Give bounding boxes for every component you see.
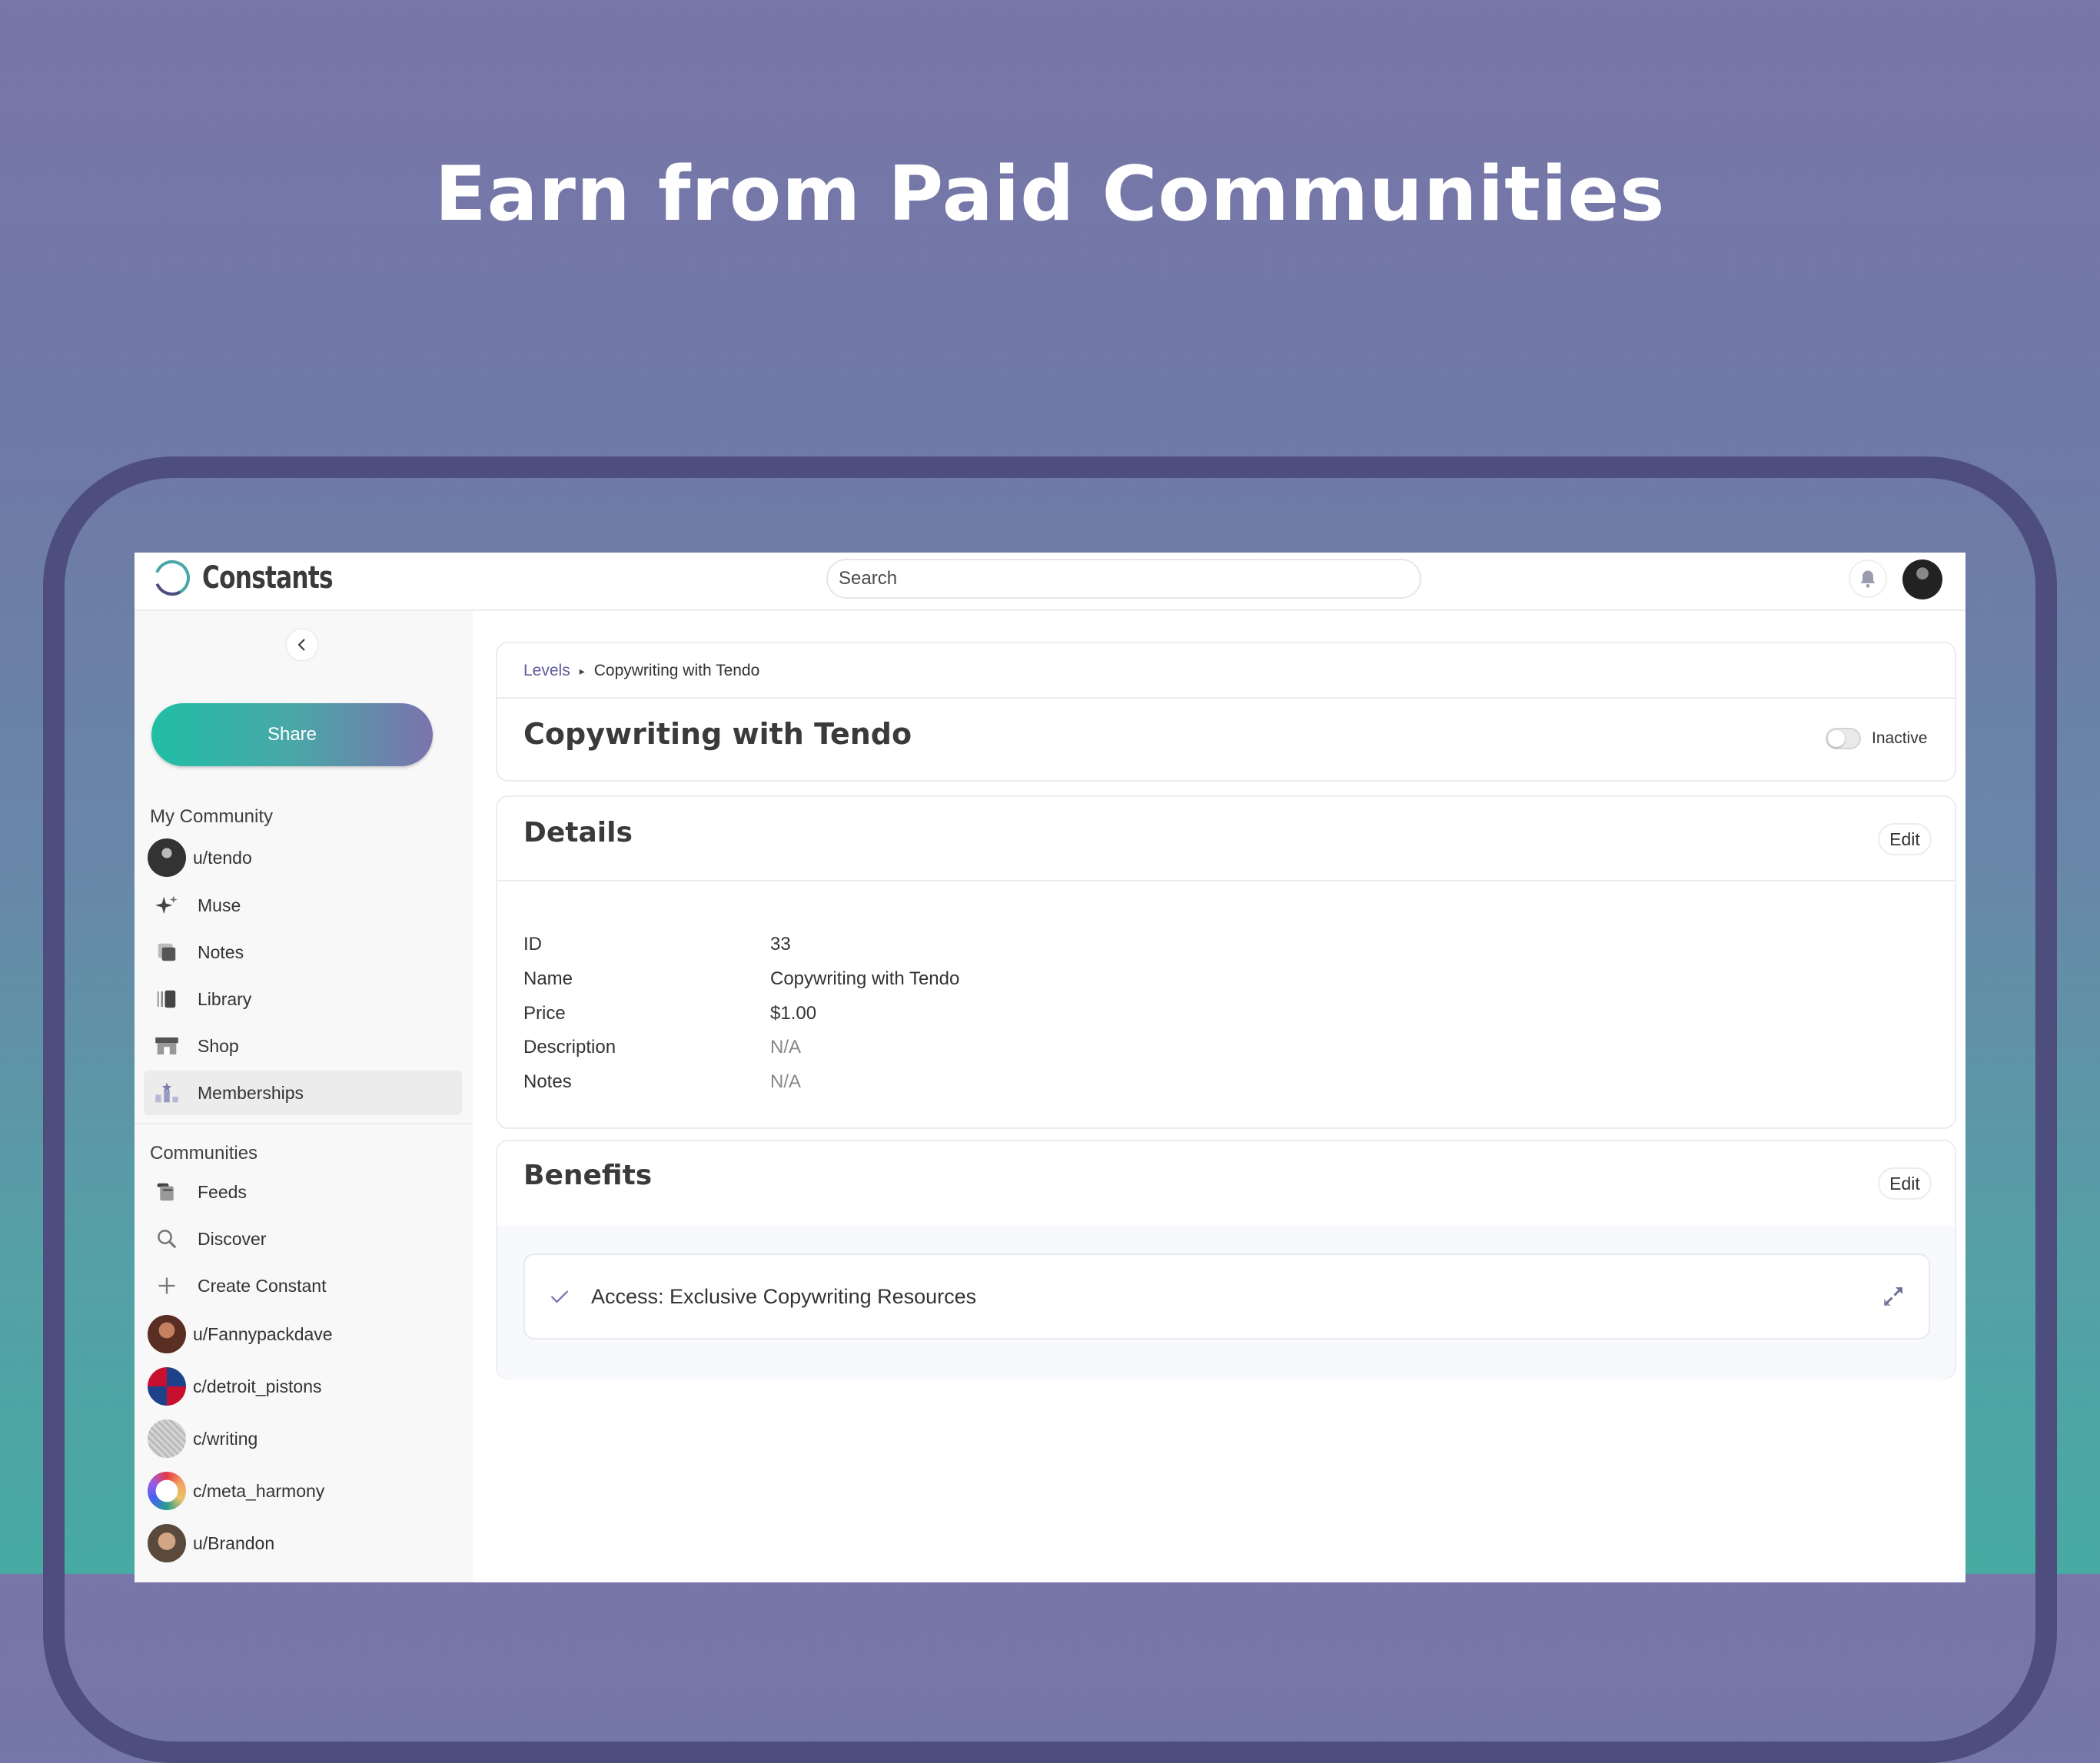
card-divider bbox=[497, 697, 1955, 699]
search-icon bbox=[158, 1230, 177, 1249]
detail-key: Price bbox=[523, 1003, 566, 1024]
page-title: Copywriting with Tendo bbox=[523, 717, 912, 751]
expand-icon[interactable] bbox=[1879, 1283, 1907, 1310]
breadcrumb: Levels ▸ Copywriting with Tendo bbox=[523, 662, 759, 680]
sidebar-item-label: Notes bbox=[198, 941, 244, 962]
status-label: Inactive bbox=[1872, 729, 1928, 747]
sidebar-item-u-tendo[interactable]: u/tendo bbox=[144, 835, 462, 880]
notifications-button[interactable] bbox=[1849, 559, 1887, 598]
toggle-knob bbox=[1828, 730, 1845, 747]
benefits-title: Benefits bbox=[523, 1160, 653, 1191]
benefit-item[interactable]: Access: Exclusive Copywriting Resources bbox=[523, 1253, 1930, 1340]
sidebar-item-label: c/writing bbox=[193, 1428, 258, 1449]
detail-key: Description bbox=[523, 1037, 616, 1057]
sidebar-item-label: u/tendo bbox=[193, 847, 252, 868]
card-divider bbox=[497, 880, 1955, 882]
detail-value: 33 bbox=[770, 934, 791, 955]
sidebar-item-notes[interactable]: Notes bbox=[144, 930, 462, 974]
memberships-icon bbox=[155, 1082, 178, 1103]
sidebar-item-c-meta-harmony[interactable]: c/meta_harmony bbox=[144, 1469, 462, 1513]
shop-icon bbox=[155, 1037, 178, 1055]
sidebar-item-u-fannypackdave[interactable]: u/Fannypackdave bbox=[144, 1312, 462, 1356]
sidebar-item-library[interactable]: Library bbox=[144, 977, 462, 1021]
sidebar-item-label: Muse bbox=[198, 895, 241, 915]
avatar bbox=[148, 1524, 186, 1562]
check-icon bbox=[550, 1290, 569, 1303]
active-toggle[interactable] bbox=[1826, 728, 1861, 749]
sidebar-item-label: Feeds bbox=[198, 1181, 247, 1202]
logo-ring-icon bbox=[155, 560, 190, 596]
main-content: Levels ▸ Copywriting with Tendo Copywrit… bbox=[474, 611, 1965, 1582]
sidebar-item-create-constant[interactable]: Create Constant bbox=[144, 1263, 462, 1308]
sidebar-item-label: c/detroit_pistons bbox=[193, 1376, 322, 1396]
detail-key: ID bbox=[523, 934, 542, 955]
details-edit-button[interactable]: Edit bbox=[1878, 823, 1932, 855]
detail-value: N/A bbox=[770, 1071, 802, 1092]
level-header-card: Levels ▸ Copywriting with Tendo Copywrit… bbox=[496, 642, 1956, 782]
benefit-label: Access: Exclusive Copywriting Resources bbox=[591, 1284, 977, 1308]
app-screen: Constants Share My Community u/tendo Mus… bbox=[135, 553, 1965, 1582]
detail-value: Copywriting with Tendo bbox=[770, 968, 960, 989]
details-card: Details Edit ID 33 Name Copywriting with… bbox=[496, 795, 1956, 1129]
sidebar-item-label: Shop bbox=[198, 1035, 239, 1056]
sidebar-item-label: Discover bbox=[198, 1228, 267, 1249]
my-community-label: My Community bbox=[150, 806, 274, 827]
sidebar-item-label: Memberships bbox=[198, 1082, 304, 1103]
user-avatar[interactable] bbox=[1902, 559, 1942, 599]
notes-icon bbox=[158, 943, 176, 961]
sidebar-item-label: Library bbox=[198, 988, 252, 1009]
avatar bbox=[148, 1367, 186, 1406]
sidebar-item-label: u/Fannypackdave bbox=[193, 1323, 333, 1344]
avatar bbox=[148, 1419, 186, 1458]
sidebar: Share My Community u/tendo Muse Notes Li… bbox=[135, 611, 473, 1582]
collapse-sidebar-button[interactable] bbox=[285, 628, 319, 662]
sidebar-item-label: Create Constant bbox=[198, 1275, 327, 1296]
sidebar-item-discover[interactable]: Discover bbox=[144, 1217, 462, 1261]
library-icon bbox=[157, 990, 176, 1008]
plus-icon bbox=[158, 1277, 175, 1294]
benefits-list: Access: Exclusive Copywriting Resources bbox=[497, 1226, 1955, 1380]
app-name: Constants bbox=[202, 560, 334, 596]
sidebar-divider bbox=[135, 1123, 473, 1124]
sidebar-item-c-writing[interactable]: c/writing bbox=[144, 1416, 462, 1461]
detail-key: Name bbox=[523, 968, 573, 989]
sidebar-item-shop[interactable]: Shop bbox=[144, 1024, 462, 1068]
detail-value: N/A bbox=[770, 1037, 802, 1057]
sidebar-item-feeds[interactable]: Feeds bbox=[144, 1170, 462, 1214]
details-title: Details bbox=[523, 817, 633, 848]
avatar bbox=[148, 838, 186, 877]
breadcrumb-current: Copywriting with Tendo bbox=[593, 662, 760, 679]
sidebar-item-c-detroit-pistons[interactable]: c/detroit_pistons bbox=[144, 1364, 462, 1409]
search-input[interactable] bbox=[826, 559, 1421, 599]
top-bar: Constants bbox=[135, 553, 1965, 611]
headline: Earn from Paid Communities bbox=[434, 151, 1666, 238]
share-button[interactable]: Share bbox=[151, 703, 433, 766]
sidebar-item-memberships[interactable]: Memberships bbox=[144, 1071, 462, 1115]
breadcrumb-levels-link[interactable]: Levels bbox=[523, 662, 570, 680]
detail-key: Notes bbox=[523, 1071, 572, 1092]
chevron-left-icon bbox=[297, 639, 305, 651]
avatar bbox=[148, 1472, 186, 1510]
detail-value: $1.00 bbox=[770, 1003, 817, 1024]
avatar bbox=[148, 1315, 186, 1353]
benefits-edit-button[interactable]: Edit bbox=[1878, 1167, 1932, 1200]
sidebar-item-label: u/Brandon bbox=[193, 1532, 275, 1553]
benefits-card: Benefits Edit Access: Exclusive Copywrit… bbox=[496, 1140, 1956, 1380]
sidebar-item-muse[interactable]: Muse bbox=[144, 883, 462, 928]
bell-icon bbox=[1860, 570, 1876, 588]
communities-label: Communities bbox=[150, 1143, 258, 1164]
sparkles-icon bbox=[155, 895, 178, 915]
sidebar-item-label: c/meta_harmony bbox=[193, 1480, 325, 1501]
feeds-icon bbox=[157, 1183, 174, 1201]
sidebar-item-u-brandon[interactable]: u/Brandon bbox=[144, 1521, 462, 1565]
breadcrumb-separator-icon: ▸ bbox=[579, 664, 585, 677]
app-logo[interactable]: Constants bbox=[153, 559, 370, 597]
